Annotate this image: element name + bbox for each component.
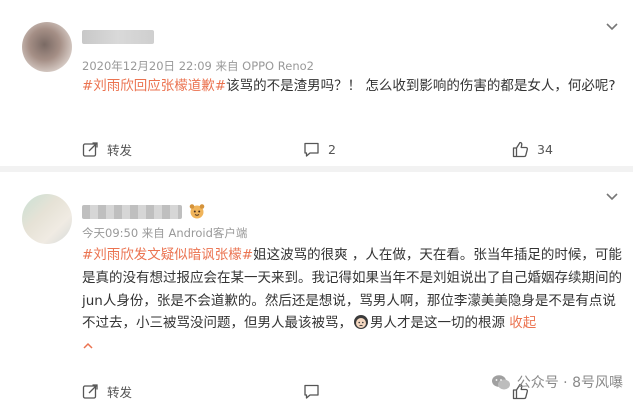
chevron-down-icon[interactable]: [605, 20, 619, 34]
comment-count: 2: [328, 141, 336, 157]
repost-icon: [82, 141, 98, 157]
repost-label: 转发: [107, 384, 133, 400]
watermark: 公众号 · 8号风嚗: [491, 372, 623, 392]
watermark-text: 公众号 · 8号风嚗: [516, 375, 623, 391]
comment-icon: [304, 142, 319, 157]
action-bar: 转发 2 34: [0, 137, 633, 161]
username-blurred[interactable]: [82, 30, 154, 44]
comment-card: 2020年12月20日 22:09 来自 OPPO Reno2 #刘雨欣回应张檬…: [0, 0, 633, 166]
repost-button[interactable]: 转发: [82, 379, 132, 403]
comment-icon: [304, 384, 319, 399]
chevron-up-icon[interactable]: [82, 341, 94, 351]
like-count: 34: [537, 141, 553, 157]
chevron-down-icon[interactable]: [605, 190, 619, 204]
crying-face-icon: [354, 315, 368, 330]
topic-link[interactable]: #刘雨欣发文疑似暗讽张檬#: [82, 247, 253, 263]
comment-text-end: 男人才是这一切的根源: [370, 315, 505, 332]
topic-link[interactable]: #刘雨欣回应张檬道歉#: [82, 78, 226, 94]
avatar[interactable]: [22, 22, 72, 72]
repost-icon: [82, 383, 98, 399]
comment-button[interactable]: [303, 379, 320, 403]
emoji-badge-icon: [189, 204, 205, 219]
comment-meta: 2020年12月20日 22:09 来自 OPPO Reno2: [82, 59, 314, 73]
comment-body: #刘雨欣回应张檬道歉#该骂的不是渣男吗？！ 怎么收到影响的伤害的都是女人，何必呢…: [82, 75, 622, 98]
repost-button[interactable]: 转发: [82, 137, 132, 161]
wechat-icon: [491, 374, 510, 389]
thumbs-up-icon: [512, 141, 529, 157]
collapse-link[interactable]: 收起: [509, 315, 536, 331]
like-button[interactable]: 34: [512, 137, 553, 161]
repost-label: 转发: [107, 142, 133, 158]
username-blurred[interactable]: [82, 205, 182, 219]
comment-body: #刘雨欣发文疑似暗讽张檬#姐这波骂的很爽 ，人在做，天在看。张当年插足的时候，可…: [82, 244, 622, 358]
avatar[interactable]: [22, 194, 72, 244]
comment-button[interactable]: 2: [303, 137, 336, 161]
comment-text: 该骂的不是渣男吗？！ 怎么收到影响的伤害的都是女人，何必呢?: [226, 78, 616, 94]
comment-meta: 今天09:50 来自 Android客户端: [82, 226, 248, 240]
